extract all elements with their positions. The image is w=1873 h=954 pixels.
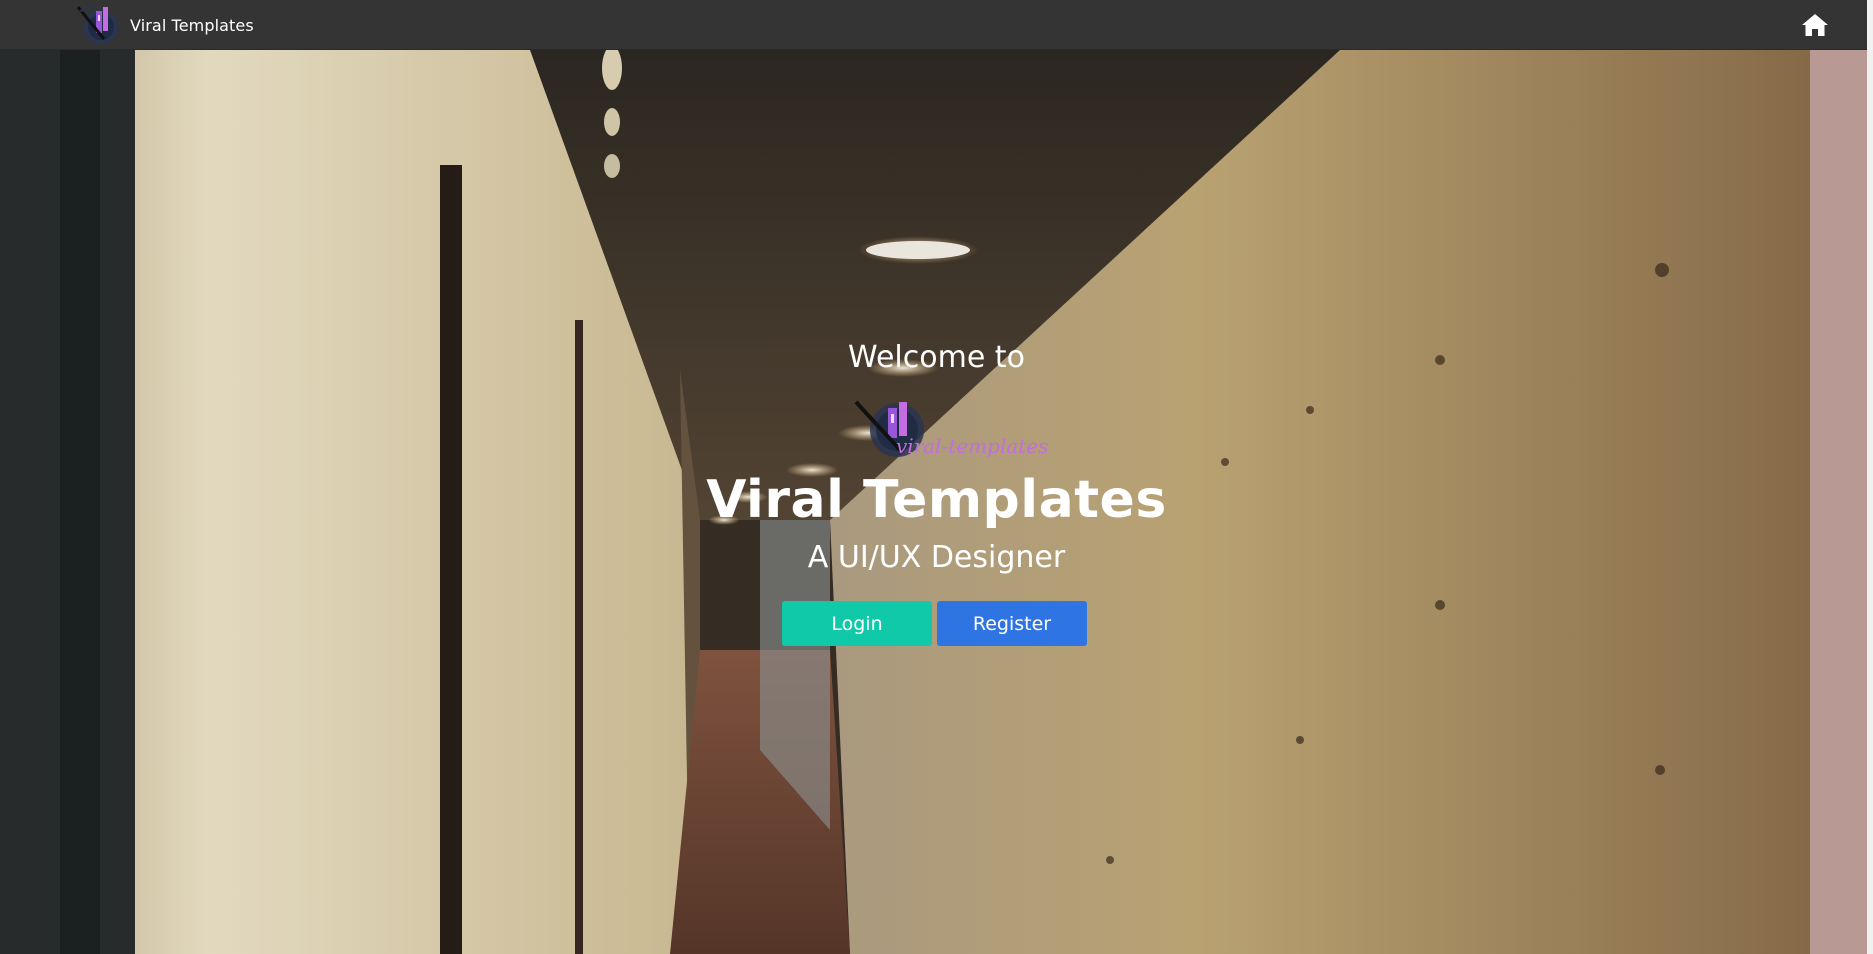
- hero-subtitle: A UI/UX Designer: [807, 540, 1066, 575]
- register-button[interactable]: Register: [937, 601, 1087, 646]
- logo-wordmark: viral-templates: [896, 434, 1049, 458]
- scrollbar-track[interactable]: [1867, 0, 1873, 954]
- top-navbar: Viral Templates: [0, 0, 1873, 50]
- hero-section: Welcome to viral-templates Viral Templat…: [0, 50, 1873, 954]
- hero-content: Welcome to viral-templates Viral Templat…: [0, 50, 1873, 954]
- brand-logo-icon: [76, 6, 118, 44]
- login-button[interactable]: Login: [782, 601, 932, 646]
- hero-title: Viral Templates: [706, 470, 1167, 530]
- brand-link[interactable]: Viral Templates: [74, 3, 254, 47]
- brand-name: Viral Templates: [130, 15, 254, 35]
- home-icon[interactable]: [1801, 13, 1829, 37]
- welcome-text: Welcome to: [848, 340, 1025, 375]
